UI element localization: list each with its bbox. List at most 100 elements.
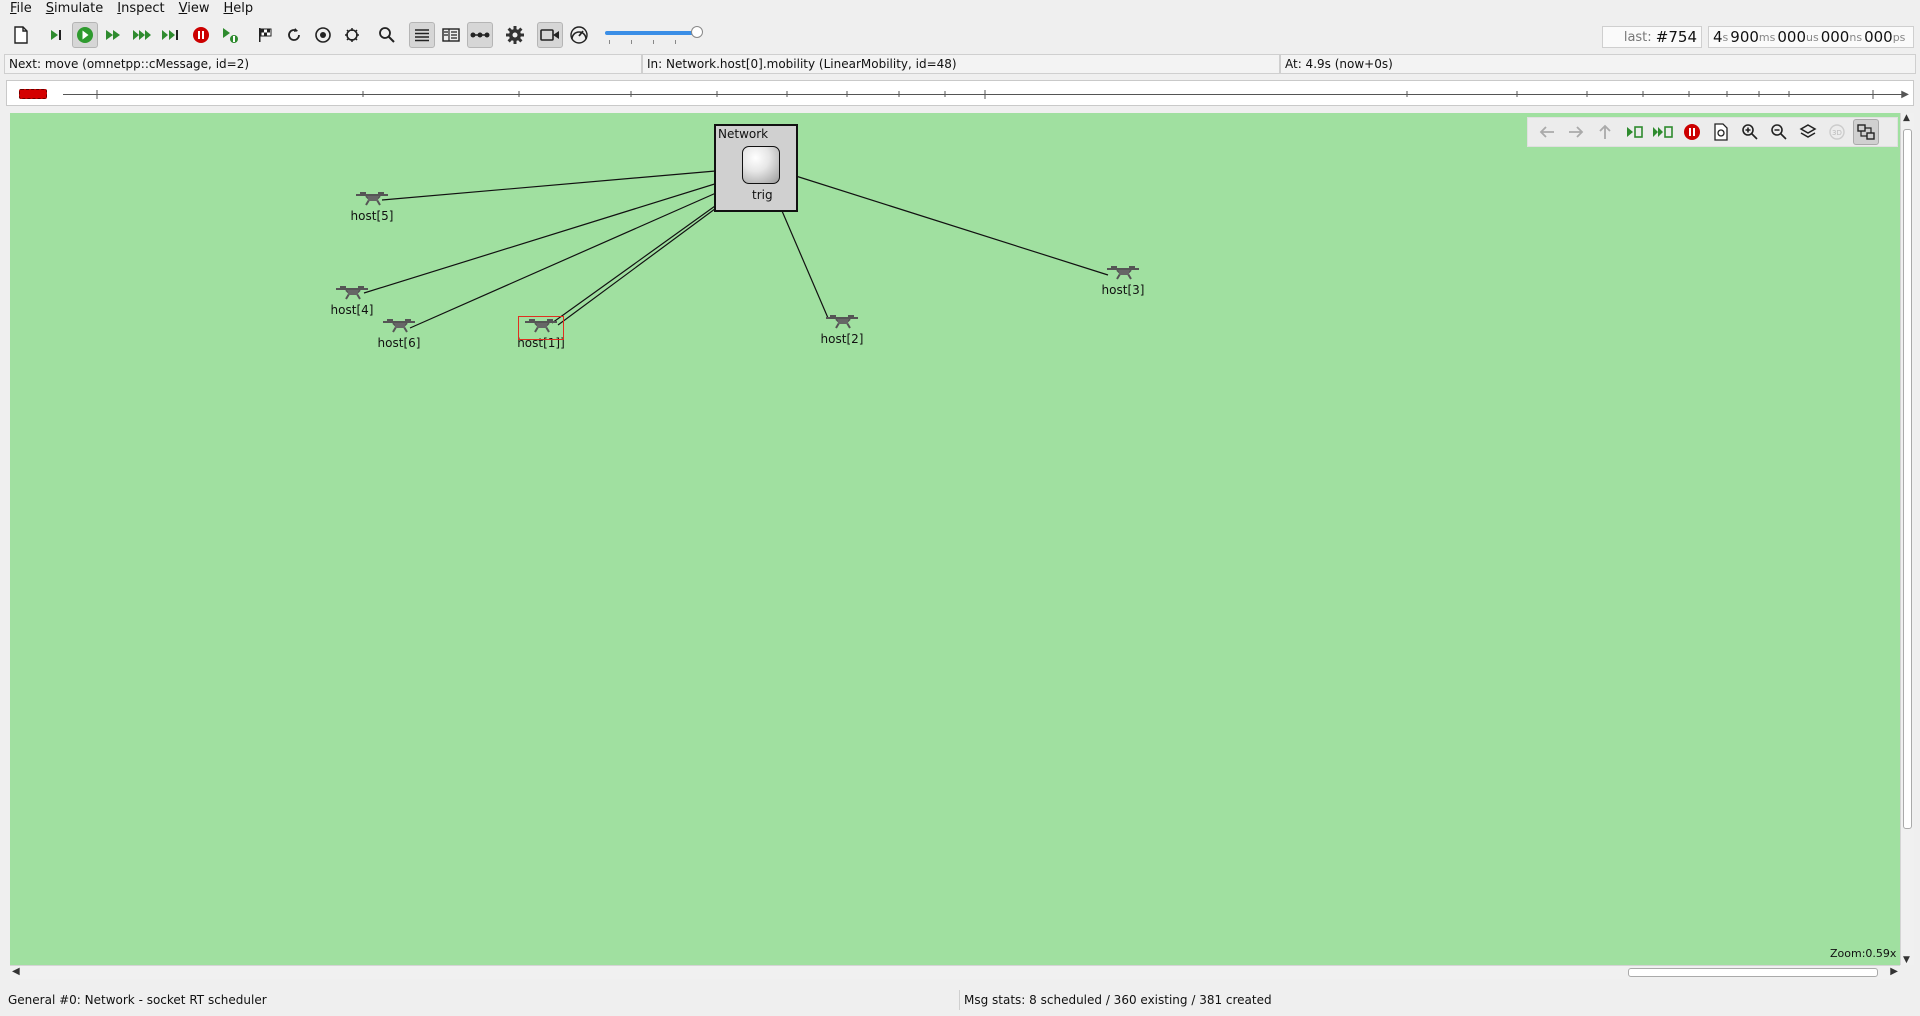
express-run-icon[interactable]: [130, 22, 156, 48]
unit-s: s: [1722, 30, 1729, 44]
time-milliseconds: 900: [1730, 28, 1759, 46]
host-label: host[6]: [377, 336, 421, 350]
record-icon[interactable]: [310, 22, 336, 48]
unit-us: us: [1806, 30, 1819, 44]
time-nanoseconds: 000: [1820, 28, 1850, 46]
drone-icon: [336, 286, 368, 300]
scroll-down-icon[interactable]: ▼: [1903, 955, 1910, 965]
svg-text:3D: 3D: [1832, 129, 1842, 137]
network-title: Network: [718, 127, 769, 141]
next-event-status: Next: move (omnetpp::cMessage, id=2): [4, 54, 642, 74]
run-until-icon[interactable]: [159, 22, 185, 48]
speed-slider-track: [605, 31, 697, 35]
speed-slider-ticks: [609, 40, 697, 44]
host-label: host[2]: [820, 332, 864, 346]
trig-module-icon[interactable]: [742, 146, 780, 184]
message-stats: Msg stats: 8 scheduled / 360 existing / …: [964, 993, 1272, 1007]
unit-ns: ns: [1849, 30, 1863, 44]
bottom-status-bar: General #0: Network - socket RT schedule…: [4, 990, 1916, 1010]
timeline-arrow-icon: ▶: [1901, 89, 1909, 100]
menu-help[interactable]: Help: [217, 0, 261, 18]
link-host3: [779, 170, 1109, 276]
event-counter-prefix: last:: [1623, 29, 1652, 45]
fast-run-icon[interactable]: [101, 22, 127, 48]
drone-icon: [826, 315, 858, 329]
settings-icon[interactable]: [502, 22, 528, 48]
timeline-ticks: [96, 90, 1874, 99]
connections-icon[interactable]: [467, 22, 493, 48]
module-status: In: Network.host[0].mobility (LinearMobi…: [642, 54, 1280, 74]
vertical-scrollbar[interactable]: ▲ ▼: [1900, 113, 1914, 965]
time-microseconds: 000: [1777, 28, 1807, 46]
vertical-scroll-thumb[interactable]: [1903, 129, 1912, 829]
menu-simulate[interactable]: Simulate: [40, 0, 111, 18]
link-host4: [363, 172, 751, 294]
horizontal-scroll-thumb[interactable]: [1628, 968, 1878, 977]
host-6[interactable]: host[6]: [369, 314, 429, 354]
forward-icon[interactable]: [1563, 119, 1589, 145]
link-host5: [381, 167, 751, 201]
speed-slider[interactable]: [603, 22, 703, 48]
drone-icon: [1107, 266, 1139, 280]
speedometer-icon[interactable]: [566, 22, 592, 48]
debug-icon[interactable]: [339, 22, 365, 48]
host-5[interactable]: host[5]: [342, 187, 402, 227]
zoom-level: Zoom:0.59x: [1830, 947, 1897, 960]
event-timeline[interactable]: ▶: [6, 80, 1914, 106]
speed-slider-handle[interactable]: [691, 26, 703, 38]
scheduler-status: General #0: Network - socket RT schedule…: [4, 990, 960, 1010]
time-status: At: 4.9s (now+0s): [1280, 54, 1916, 74]
rebuild-icon[interactable]: [281, 22, 307, 48]
canvas-stop-icon[interactable]: [1679, 119, 1705, 145]
debug-next-icon[interactable]: [217, 22, 243, 48]
network-canvas[interactable]: Network trig host[5] host[4] host[6] hos…: [10, 113, 1900, 965]
zoom-out-icon[interactable]: [1766, 119, 1792, 145]
log-view-icon[interactable]: [409, 22, 435, 48]
find-icon[interactable]: [374, 22, 400, 48]
menu-file[interactable]: File: [4, 0, 40, 18]
host-2[interactable]: host[2]: [812, 310, 872, 350]
layers-icon[interactable]: [1795, 119, 1821, 145]
horizontal-scrollbar[interactable]: ◀ ▶: [10, 965, 1900, 979]
host-label: host[5]: [350, 209, 394, 223]
scroll-left-icon[interactable]: ◀: [12, 966, 20, 977]
network-module[interactable]: Network trig: [714, 124, 798, 212]
unit-ps: ps: [1892, 30, 1906, 44]
selection-highlight: [518, 316, 564, 340]
time-seconds: 4: [1713, 28, 1723, 46]
trig-label: trig: [752, 188, 773, 202]
drone-icon: [356, 192, 388, 206]
split-view-icon[interactable]: [438, 22, 464, 48]
status-strip: Next: move (omnetpp::cMessage, id=2) In:…: [4, 54, 1916, 74]
camera-icon[interactable]: [537, 22, 563, 48]
fast-into-icon[interactable]: [1650, 119, 1676, 145]
step-icon[interactable]: [43, 22, 69, 48]
back-icon[interactable]: [1534, 119, 1560, 145]
run-icon[interactable]: [72, 22, 98, 48]
host-label: host[3]: [1101, 283, 1145, 297]
event-counter: last: #754: [1602, 26, 1702, 48]
drone-icon: [383, 319, 415, 333]
3d-icon[interactable]: 3D: [1824, 119, 1850, 145]
menu-inspect[interactable]: Inspect: [111, 0, 172, 18]
finish-flag-icon[interactable]: [252, 22, 278, 48]
fit-icon[interactable]: [1853, 119, 1879, 145]
zoom-in-icon[interactable]: [1737, 119, 1763, 145]
up-icon[interactable]: [1592, 119, 1618, 145]
link-host1-a: [551, 200, 723, 324]
network-links: [363, 167, 1109, 329]
simulation-time: 4s 900 ms 000 us 000 ns 000 ps: [1708, 26, 1914, 48]
link-host6: [409, 177, 751, 329]
new-document-icon[interactable]: [8, 22, 34, 48]
step-into-icon[interactable]: [1621, 119, 1647, 145]
canvas-toolbar: 3D: [1527, 117, 1898, 147]
scroll-right-icon[interactable]: ▶: [1890, 966, 1898, 977]
stop-icon[interactable]: [188, 22, 214, 48]
menu-view[interactable]: View: [173, 0, 218, 18]
host-3[interactable]: host[3]: [1093, 261, 1153, 301]
time-picoseconds: 000: [1864, 28, 1893, 46]
scroll-up-icon[interactable]: ▲: [1903, 113, 1910, 123]
event-number: #754: [1655, 28, 1697, 46]
unit-ms: ms: [1758, 30, 1776, 44]
relayout-icon[interactable]: [1708, 119, 1734, 145]
